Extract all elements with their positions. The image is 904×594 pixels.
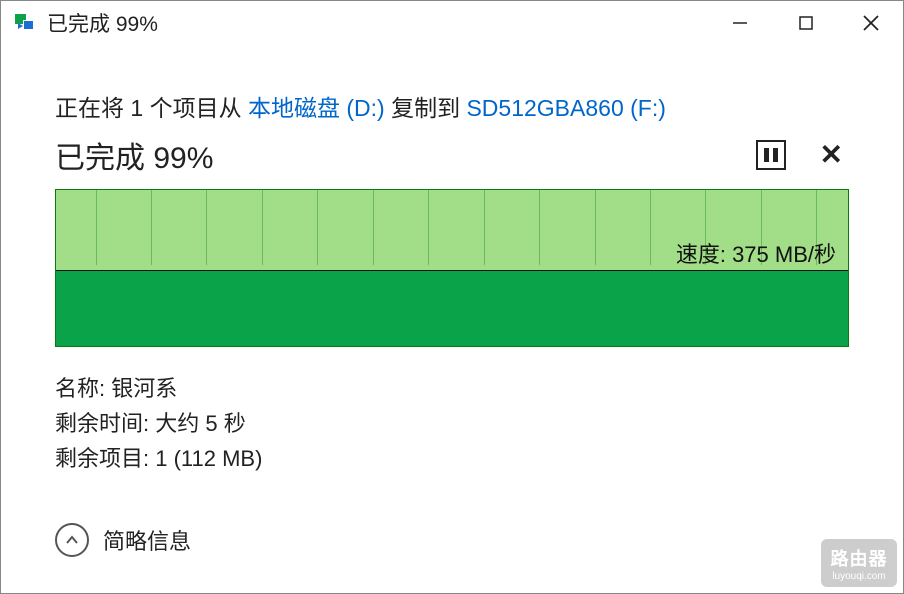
speed-indicator-line xyxy=(56,270,848,272)
name-value: 银河系 xyxy=(111,376,177,401)
chart-fill xyxy=(56,271,848,346)
watermark-title: 路由器 xyxy=(831,545,888,571)
minimize-button[interactable] xyxy=(707,1,773,45)
name-label: 名称: xyxy=(55,376,111,401)
cancel-button[interactable]: ✕ xyxy=(820,141,843,169)
maximize-button[interactable] xyxy=(773,1,839,45)
time-remaining-label: 剩余时间: xyxy=(55,411,155,436)
source-drive-link[interactable]: 本地磁盘 (D:) xyxy=(248,95,385,121)
copy-description: 正在将 1 个项目从 本地磁盘 (D:) 复制到 SD512GBA860 (F:… xyxy=(55,89,849,123)
pause-button[interactable] xyxy=(756,140,786,170)
window-title: 已完成 99% xyxy=(47,8,158,38)
items-remaining-value: 1 (112 MB) xyxy=(155,446,262,471)
destination-drive-link[interactable]: SD512GBA860 (F:) xyxy=(466,95,665,121)
transfer-info: 名称: 银河系 剩余时间: 大约 5 秒 剩余项目: 1 (112 MB) xyxy=(55,371,849,477)
progress-status: 已完成 99% xyxy=(55,133,213,177)
info-time-row: 剩余时间: 大约 5 秒 xyxy=(55,406,849,441)
close-icon: ✕ xyxy=(820,139,843,170)
time-remaining-value: 大约 5 秒 xyxy=(155,411,245,436)
info-items-row: 剩余项目: 1 (112 MB) xyxy=(55,441,849,476)
chevron-up-icon xyxy=(55,523,89,557)
copy-prefix: 正在将 1 个项目从 xyxy=(55,95,248,121)
window-controls xyxy=(707,1,903,45)
copy-transfer-icon xyxy=(15,14,37,32)
collapse-label: 简略信息 xyxy=(103,524,191,556)
speed-label: 速度: 375 MB/秒 xyxy=(676,237,836,269)
pause-icon xyxy=(764,148,769,162)
items-remaining-label: 剩余项目: xyxy=(55,446,155,471)
chart-wave xyxy=(56,263,206,273)
watermark-url: luyouqi.com xyxy=(832,571,885,582)
close-button[interactable] xyxy=(839,1,903,45)
info-name-row: 名称: 银河系 xyxy=(55,371,849,406)
speed-chart: 速度: 375 MB/秒 xyxy=(55,189,849,347)
collapse-toggle[interactable]: 简略信息 xyxy=(55,523,849,557)
copy-mid: 复制到 xyxy=(385,95,467,121)
watermark: 路由器 luyouqi.com xyxy=(821,539,897,587)
